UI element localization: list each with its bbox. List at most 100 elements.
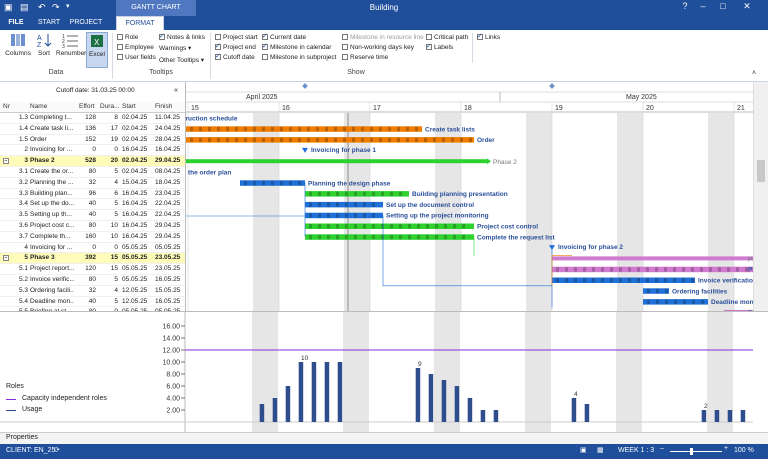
role-checkbox[interactable]: Role — [117, 34, 138, 41]
user-fields-checkbox[interactable]: User fields — [117, 54, 156, 61]
minimize-button[interactable]: – — [694, 1, 712, 11]
critical-path-checkbox[interactable]: Critical path — [426, 34, 468, 41]
table-row[interactable]: 5.4 Deadline mon... 40 5 12.05.25 16.05.25 — [0, 297, 185, 308]
bar-label: Complete the request list — [477, 234, 555, 241]
usage-bar — [298, 362, 304, 422]
zoom-thumb[interactable] — [690, 448, 693, 455]
project-start-checkbox[interactable]: Project start — [215, 34, 258, 41]
table-row[interactable]: −5 Phase 3 392 15 05.05.25 23.05.25 — [0, 253, 185, 265]
help-icon[interactable]: ? — [676, 1, 694, 11]
bar-segment — [664, 278, 667, 283]
renumber-button[interactable]: 123 Renumber — [56, 32, 86, 57]
bar-segment — [327, 224, 330, 229]
excel-button[interactable]: X Excel — [86, 32, 108, 68]
bar-segment — [345, 224, 348, 229]
refresh-icon[interactable]: ⟳ — [54, 446, 60, 454]
zoom-out-button[interactable]: – — [660, 445, 664, 452]
columns-icon — [11, 34, 25, 46]
milestone-calendar-checkbox[interactable]: Milestone in calendar — [262, 42, 331, 51]
table-row[interactable]: 5.3 Ordering facili... 32 4 12.05.25 15.05.25 — [0, 286, 185, 297]
table-row[interactable]: 3.3 Building plan... 96 6 16.04.25 23.04.25 — [0, 189, 185, 200]
notes-links-checkbox[interactable]: Notes & links — [159, 32, 205, 41]
task-nr: 4 — [24, 243, 28, 251]
table-row[interactable]: 3.2 Planning the ... 32 4 15.04.25 18.04.25 — [0, 178, 185, 189]
bar-segment — [408, 224, 411, 229]
non-working-key-checkbox[interactable]: Non-working days key — [342, 44, 414, 51]
table-row[interactable]: 3.4 Set up the do... 40 5 16.04.25 22.04.25 — [0, 199, 185, 211]
table-row[interactable]: 3.5 Setting up th... 40 5 16.04.25 22.04.25 — [0, 210, 185, 221]
task-duration: 5 — [114, 211, 118, 219]
tab-file[interactable]: FILE — [0, 16, 32, 30]
peak-label: 10 — [301, 355, 309, 362]
bar-segment — [235, 126, 238, 132]
col-finish[interactable]: Finish — [155, 103, 172, 110]
milestone-resource-checkbox[interactable]: Milestone in resource line — [342, 34, 424, 41]
bar-segment — [370, 126, 373, 132]
task-duration: 19 — [110, 135, 118, 143]
task-start: 02.04.25 — [122, 124, 148, 132]
maximize-button[interactable]: □ — [714, 1, 732, 11]
bar-segment — [354, 213, 357, 218]
col-effort[interactable]: Effort — [79, 103, 94, 110]
cutoff-date-checkbox[interactable]: Cutoff date — [215, 52, 255, 61]
table-row[interactable]: 5.2 Invoice verific... 80 5 05.05.25 16.05.25 — [0, 275, 185, 286]
table-row[interactable]: 3.7 Complete th... 160 10 16.04.25 29.04.25 — [0, 232, 185, 243]
tab-start[interactable]: START — [34, 16, 64, 30]
table-row[interactable]: 3.6 Project cost c... 80 10 16.04.25 29.04.25 — [0, 221, 185, 232]
table-row[interactable]: 1.3 Completing t... 128 8 02.04.25 11.04.25 — [0, 113, 185, 124]
bar-segment — [199, 137, 202, 143]
employee-checkbox[interactable]: Employee — [117, 44, 154, 51]
month-label: May 2025 — [626, 94, 657, 101]
table-row[interactable]: 2 Invoicing for ... 0 0 16.04.25 16.04.25 — [0, 145, 185, 157]
week-status: WEEK 1 : 3 — [618, 447, 655, 454]
labels-checkbox[interactable]: Labels — [426, 42, 453, 51]
bar-segment — [408, 234, 411, 240]
col-start[interactable]: Start — [122, 103, 136, 110]
svg-text:Z: Z — [37, 42, 42, 48]
col-nr[interactable]: Nr — [3, 103, 10, 110]
table-row[interactable]: 4 Invoicing for ... 0 0 05.05.25 05.05.25 — [0, 243, 185, 254]
project-end-checkbox[interactable]: Project end — [215, 42, 256, 51]
table-row[interactable]: 1.4 Create task li... 136 17 02.04.25 24.04.2… — [0, 124, 185, 135]
links-checkbox[interactable]: Links — [477, 32, 500, 41]
table-row[interactable]: 1.5 Order 152 19 02.04.25 28.04.25 — [0, 135, 185, 146]
collapse-ribbon-icon[interactable]: ˄ — [752, 70, 756, 77]
warnings-dropdown[interactable]: Warnings ▾ — [159, 44, 191, 52]
collapse-table-button[interactable]: « — [174, 87, 178, 94]
reserve-time-checkbox[interactable]: Reserve time — [342, 54, 388, 61]
current-date-checkbox[interactable]: Current date — [262, 32, 306, 41]
milestone-subproject-checkbox[interactable]: Milestone in subproject — [262, 54, 336, 61]
task-nr: 3.7 — [18, 232, 28, 240]
close-button[interactable]: ✕ — [738, 1, 756, 12]
columns-button[interactable]: Columns — [4, 32, 32, 57]
col-duration[interactable]: Dura... — [100, 103, 120, 110]
vertical-scrollbar[interactable] — [753, 82, 768, 311]
usage-bar — [415, 368, 421, 422]
bar-segment — [309, 224, 312, 229]
grid-icon[interactable]: ▦ — [597, 446, 604, 454]
weekend-shade — [616, 312, 642, 433]
bar-segment — [336, 202, 339, 207]
other-tooltips-dropdown[interactable]: Other Tooltips ▾ — [159, 56, 204, 64]
scroll-thumb[interactable] — [757, 160, 765, 182]
task-start: 02.04.25 — [122, 135, 148, 143]
zoom-in-button[interactable]: + — [724, 445, 728, 452]
bar-segment — [665, 288, 668, 294]
properties-label[interactable]: Properties — [6, 434, 38, 441]
bar-segment — [199, 126, 202, 132]
table-row[interactable]: −3 Phase 2 528 20 02.04.25 29.04.25 — [0, 156, 185, 167]
bar-segment — [363, 234, 366, 240]
zoom-slider[interactable] — [670, 451, 722, 452]
bar-segment — [345, 191, 348, 197]
task-effort: 80 — [88, 168, 96, 175]
tab-format[interactable]: FORMAT — [116, 16, 164, 30]
properties-panel[interactable]: Properties — [0, 432, 768, 444]
table-row[interactable]: 3.1 Create the or... 80 5 02.04.25 08.04.25 — [0, 167, 185, 178]
tab-project[interactable]: PROJECT — [66, 16, 106, 30]
table-row[interactable]: 5.1 Project report... 120 15 05.05.25 23.05.2… — [0, 264, 185, 275]
cutoff-date-text: Cutoff date: 31.03.25 00:00 — [56, 87, 135, 94]
sort-button[interactable]: AZ Sort — [34, 32, 54, 57]
col-name[interactable]: Name — [30, 103, 47, 110]
view-icon[interactable]: ▣ — [580, 446, 587, 454]
task-duration: 15 — [110, 254, 118, 262]
